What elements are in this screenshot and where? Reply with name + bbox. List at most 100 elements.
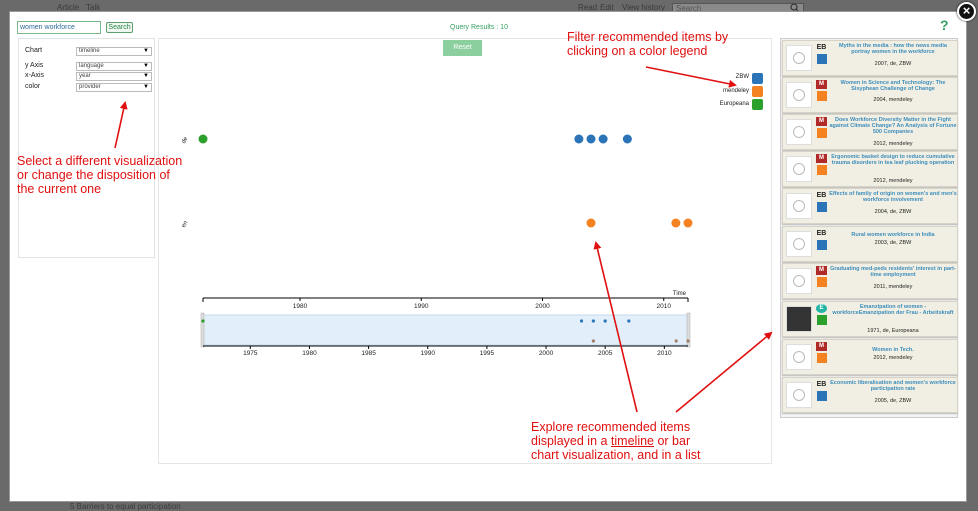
list-item[interactable]: EB Economic liberalisation and women's w…: [782, 377, 958, 413]
provider-logo: M: [816, 117, 827, 126]
provider-logo: M: [816, 266, 827, 275]
context-point: [686, 339, 690, 343]
annotation-select-line: Select a different visualization: [17, 154, 183, 168]
brush-handle-left: [200, 312, 205, 348]
data-point: [598, 134, 608, 144]
provider-color-badge: [817, 54, 827, 64]
item-meta: 2011, mendeley: [873, 284, 913, 290]
annotation-select-line: or change the disposition of: [17, 168, 170, 182]
provider-logo: E: [816, 304, 827, 313]
item-meta: 2005, de, ZBW: [874, 398, 912, 404]
list-item[interactable]: M Graduating med-peds residents' interes…: [782, 263, 958, 299]
context-tick-label: 2005: [598, 350, 613, 357]
item-meta: 1971, de, Europeana: [867, 328, 919, 334]
thumbnail-placeholder-icon: [786, 45, 812, 71]
context-point: [591, 339, 595, 343]
annotation-filter-line: clicking on a color legend: [567, 44, 708, 58]
context-point: [603, 319, 607, 323]
provider-logo: M: [816, 80, 827, 89]
item-title[interactable]: Economic liberalisation and women's work…: [829, 380, 957, 392]
data-point: [586, 134, 596, 144]
item-meta: 2004, mendeley: [873, 97, 913, 103]
list-item[interactable]: M Ergonomic basket design to reduce cumu…: [782, 151, 958, 187]
provider-color-badge: [817, 353, 827, 363]
context-point: [591, 319, 595, 323]
annotation-explore-text: displayed in a: [531, 434, 611, 448]
thumbnail-placeholder-icon: [786, 119, 812, 145]
thumbnail-placeholder-icon: [786, 268, 812, 294]
context-point: [579, 319, 584, 323]
thumbnail-placeholder-icon: [786, 231, 812, 257]
item-meta: 2003, de, ZBW: [874, 240, 912, 246]
item-title[interactable]: Rural women workforce in India: [829, 232, 957, 238]
x-tick-label: 1980: [293, 303, 308, 310]
data-point: [574, 134, 584, 144]
provider-color-badge: [817, 202, 827, 212]
x-tick-label: 1990: [414, 303, 429, 310]
annotation-explore-text: or bar: [654, 434, 691, 448]
context-tick-label: 1990: [421, 350, 436, 357]
annotation-filter-line: Filter recommended items by: [567, 30, 729, 44]
provider-color-badge: [817, 91, 827, 101]
context-tick-label: 1980: [302, 350, 317, 357]
item-meta: 2004, de, ZBW: [874, 209, 912, 215]
annotation-explore-line: chart visualization, and in a list: [531, 448, 701, 462]
annotation-select-line: the current one: [17, 182, 102, 196]
y-tick-label: de: [181, 136, 190, 145]
x-tick-label: 2010: [657, 303, 672, 310]
provider-logo: EB: [816, 192, 827, 199]
provider-logo: EB: [816, 230, 827, 237]
context-tick-label: 1975: [243, 350, 258, 357]
annotation-filter: Filter recommended items by clicking on …: [567, 30, 728, 58]
item-title[interactable]: Does Workforce Diversity Matter in the F…: [829, 117, 957, 135]
provider-logo: M: [816, 154, 827, 163]
item-meta: 2012, mendeley: [873, 141, 913, 147]
provider-color-badge: [817, 240, 827, 250]
item-title[interactable]: Women in Tech.: [829, 347, 957, 353]
thumbnail-placeholder-icon: [786, 382, 812, 408]
recommendation-list: EB Myths in the media : how the news med…: [780, 38, 958, 418]
provider-logo: M: [816, 342, 827, 351]
list-item[interactable]: EB Effects of family of origin on women'…: [782, 188, 958, 224]
provider-color-badge: [817, 391, 827, 401]
item-title[interactable]: Effects of family of origin on women's a…: [829, 191, 957, 203]
item-meta: 2012, mendeley: [873, 178, 913, 184]
context-tick-label: 1985: [361, 350, 376, 357]
context-point: [201, 319, 205, 323]
provider-color-badge: [817, 128, 827, 138]
annotation-explore-line: Explore recommended items: [531, 420, 691, 434]
context-tick-label: 2010: [657, 350, 672, 357]
list-item[interactable]: M Women in Tech. 2012, mendeley: [782, 339, 958, 375]
data-point: [671, 218, 681, 228]
item-title[interactable]: Emanzipation of women - workforceEmanzip…: [829, 304, 957, 316]
context-tick-label: 1995: [480, 350, 495, 357]
list-item[interactable]: EB Rural women workforce in India 2003, …: [782, 226, 958, 262]
list-item[interactable]: E Emanzipation of women - workforceEmanz…: [782, 301, 958, 337]
annotation-explore-line: displayed in a timeline or bar: [531, 434, 701, 448]
provider-color-badge: [817, 165, 827, 175]
context-point: [674, 339, 678, 343]
data-point: [198, 134, 208, 144]
thumbnail-placeholder-icon: [786, 156, 812, 182]
item-meta: 2007, de, ZBW: [874, 61, 912, 67]
item-title[interactable]: Ergonomic basket design to reduce cumula…: [829, 154, 957, 166]
item-title[interactable]: Myths in the media : how the news media …: [829, 43, 957, 55]
annotation-timeline-word: timeline: [610, 434, 654, 448]
item-meta: 2012, mendeley: [873, 355, 913, 361]
annotation-select: Select a different visualization or chan…: [17, 154, 182, 196]
thumbnail-placeholder-icon: [786, 193, 812, 219]
x-axis-title: Time: [673, 291, 687, 297]
provider-color-badge: [817, 315, 827, 325]
list-item[interactable]: EB Myths in the media : how the news med…: [782, 40, 958, 76]
context-point: [627, 319, 631, 323]
brush-selection: [202, 314, 689, 346]
item-photo-thumbnail: [786, 306, 812, 332]
item-title[interactable]: Graduating med-peds residents' interest …: [829, 266, 957, 278]
list-item[interactable]: M Does Workforce Diversity Matter in the…: [782, 114, 958, 150]
thumbnail-placeholder-icon: [786, 344, 812, 370]
list-item[interactable]: M Women in Science and Technology: The S…: [782, 77, 958, 113]
provider-color-badge: [817, 277, 827, 287]
item-title[interactable]: Women in Science and Technology: The Sis…: [829, 80, 957, 92]
provider-logo: EB: [816, 44, 827, 51]
data-point: [586, 218, 596, 228]
